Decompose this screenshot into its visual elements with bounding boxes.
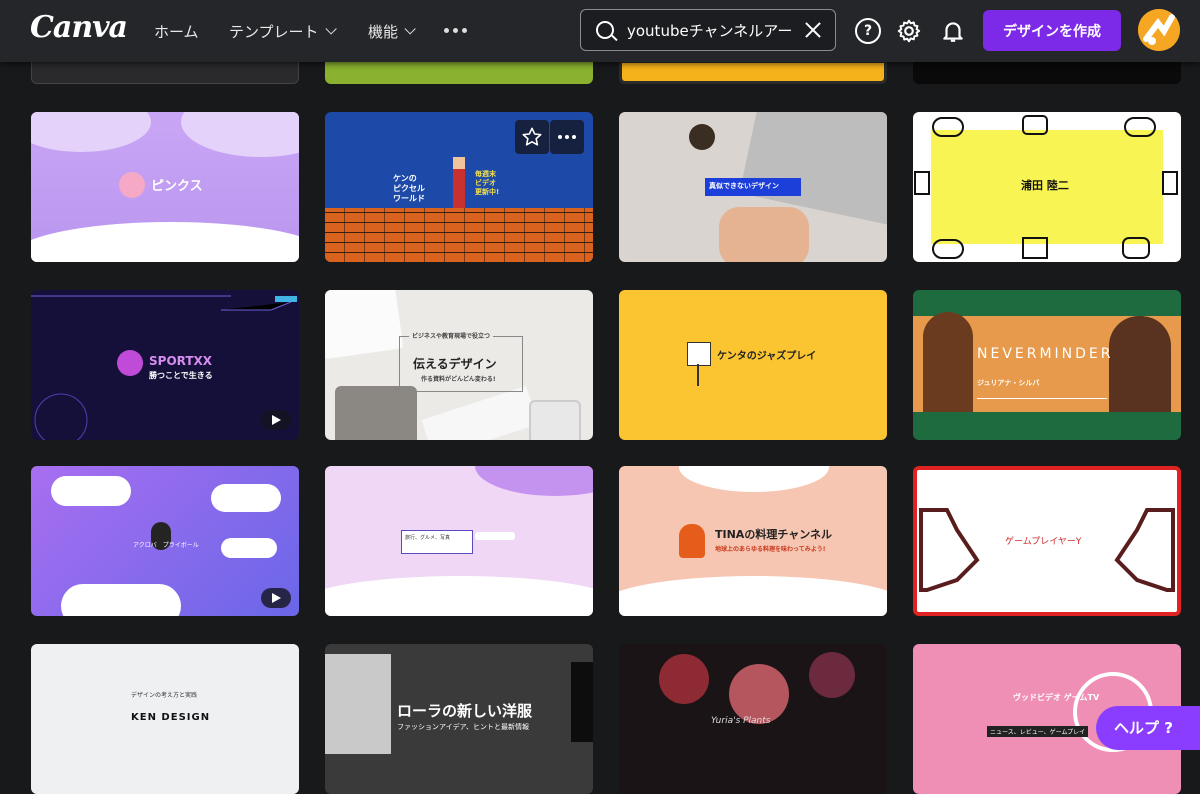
template-card[interactable]: アクロバ プライボール (31, 466, 299, 616)
template-card[interactable]: TINAの料理チャンネル 地球上のあらゆる料理を味わってみよう! (619, 466, 887, 616)
card-caption: KEN DESIGN (131, 712, 211, 723)
template-card-partial[interactable] (325, 60, 593, 84)
template-card[interactable]: ピンクス (31, 112, 299, 262)
card-caption: ヴッドビデオ ゲームTV (1013, 693, 1100, 702)
card-caption: ピンクス (151, 179, 203, 194)
gear-icon[interactable] (896, 18, 922, 44)
template-card-partial[interactable] (31, 60, 299, 84)
help-button[interactable]: ヘルプ ? (1096, 706, 1200, 750)
card-side-text: 毎週末 ビデオ 更新中! (475, 170, 500, 196)
template-card[interactable]: NEVERMINDER ジュリアナ・シルバ (913, 290, 1181, 440)
template-card[interactable]: 浦田 陸二 (913, 112, 1181, 262)
card-caption: 旅行、グルメ、写真 (405, 535, 451, 541)
help-circle-icon[interactable]: ? (855, 18, 881, 44)
template-card-partial[interactable] (913, 60, 1181, 84)
card-caption: ローラの新しい洋服 (397, 702, 533, 720)
card-caption-top: ビジネスや教育現場で役立つ (409, 331, 494, 340)
close-icon[interactable] (803, 20, 823, 40)
top-bar: Canva ホーム テンプレート 機能 ? デザインを作成 (0, 0, 1200, 62)
card-caption: 伝えるデザイン (413, 357, 497, 371)
nav-features[interactable]: 機能 (368, 0, 416, 62)
more-menu-icon[interactable] (444, 28, 467, 33)
star-icon (522, 127, 542, 146)
template-card[interactable]: ビジネスや教育現場で役立つ 伝えるデザイン 作る資料がどんどん変わる! (325, 290, 593, 440)
template-card[interactable]: 旅行、グルメ、写真 (325, 466, 593, 616)
card-caption: ケンの ピクセル ワールド (393, 174, 425, 203)
video-play-icon (261, 588, 291, 608)
chevron-down-icon (404, 23, 416, 35)
template-card[interactable]: ゲームプレイヤーY (913, 466, 1181, 616)
card-caption: Yuria's Plants (711, 716, 771, 726)
template-card[interactable]: Yuria's Plants (619, 644, 887, 794)
card-subcaption: ニュース、レビュー、ゲームプレイ (987, 726, 1089, 737)
nav-templates-label: テンプレート (229, 22, 319, 41)
avatar[interactable] (1138, 9, 1180, 51)
video-play-icon (261, 410, 291, 430)
template-card[interactable]: ケンタのジャズプレイ (619, 290, 887, 440)
nav-home-label: ホーム (154, 22, 199, 41)
card-subcaption: 地球上のあらゆる料理を味わってみよう! (715, 546, 826, 553)
game-controller-icons (914, 115, 1178, 259)
template-card[interactable]: デザインの考え方と実践 KEN DESIGN (31, 644, 299, 794)
card-caption-top: デザインの考え方と実践 (131, 692, 198, 699)
search-icon[interactable] (596, 21, 614, 39)
favorite-star-button[interactable] (515, 120, 549, 154)
template-card[interactable]: SPORTXX 勝つことで生きる (31, 290, 299, 440)
template-card[interactable]: 真似できないデザイン (619, 112, 887, 262)
template-card-partial[interactable] (619, 60, 887, 84)
card-caption: アクロバ プライボール (133, 542, 199, 549)
nav-templates[interactable]: テンプレート (229, 0, 337, 62)
card-caption: ケンタのジャズプレイ (717, 351, 817, 362)
card-subcaption: ファッションアイデア、ヒントと最新情報 (397, 723, 529, 731)
card-caption: SPORTXX (149, 354, 213, 368)
card-caption: TINAの料理チャンネル (715, 528, 832, 541)
card-subcaption: ジュリアナ・シルバ (977, 379, 1040, 387)
card-caption: ゲームプレイヤーY (1005, 537, 1082, 547)
card-subcaption: 作る資料がどんどん変わる! (421, 376, 496, 383)
chevron-down-icon (325, 23, 337, 35)
canva-logo[interactable]: Canva (30, 10, 128, 45)
template-card[interactable]: ローラの新しい洋服 ファッションアイデア、ヒントと最新情報 (325, 644, 593, 794)
search-input[interactable] (627, 10, 795, 50)
card-subcaption: 勝つことで生きる (149, 371, 213, 380)
nav-features-label: 機能 (368, 22, 399, 41)
create-design-button[interactable]: デザインを作成 (983, 10, 1121, 51)
more-options-button[interactable] (550, 120, 584, 154)
search-box (580, 9, 836, 51)
nav-home[interactable]: ホーム (154, 0, 199, 62)
card-caption: 真似できないデザイン (709, 182, 779, 190)
card-caption: NEVERMINDER (977, 346, 1114, 362)
bell-icon[interactable] (940, 18, 966, 44)
